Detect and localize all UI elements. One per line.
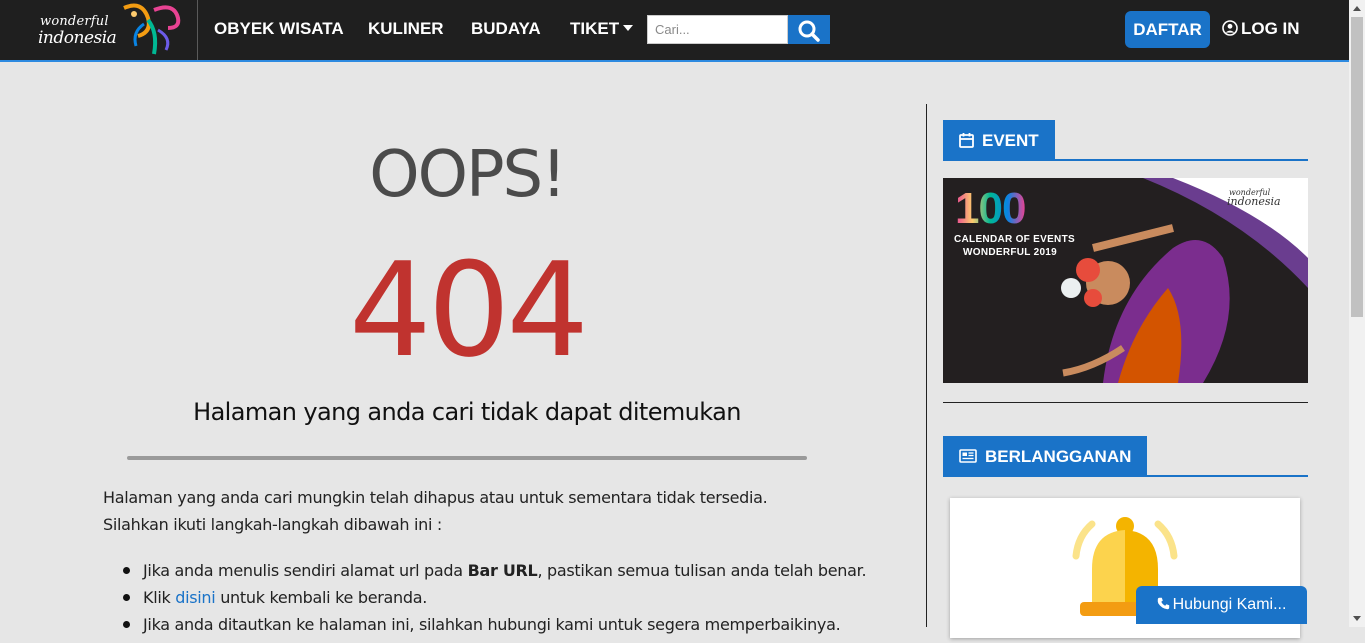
nav-item-budaya[interactable]: BUDAYA (471, 19, 541, 39)
register-button[interactable]: DAFTAR (1125, 11, 1210, 48)
scroll-down-arrow-icon[interactable] (1353, 616, 1361, 621)
event-logo-text-indonesia: indonesia (1227, 195, 1281, 208)
error-code: 404 (348, 234, 589, 386)
top-navbar: wonderful indonesia OBYEK WISATA KULINER… (0, 0, 1349, 62)
step-1-pre: Jika anda menulis sendiri alamat url pad… (143, 561, 468, 580)
nav-item-tiket-label: TIKET (570, 19, 620, 38)
error-heading: OOPS! (369, 138, 567, 212)
contact-us-button[interactable]: Hubungi Kami... (1136, 586, 1307, 624)
user-circle-icon (1222, 20, 1238, 36)
calendar-icon (959, 133, 974, 148)
search-button[interactable] (788, 15, 830, 44)
caret-down-icon (623, 25, 634, 31)
logo-swirl-icon (123, 3, 181, 55)
step-1-post: , pastikan semua tulisan anda telah bena… (537, 561, 867, 580)
search-input[interactable] (647, 15, 788, 44)
phone-icon (1157, 597, 1169, 610)
content-divider (127, 456, 807, 460)
newspaper-icon (959, 449, 977, 463)
nav-item-tiket[interactable]: TIKET (570, 19, 634, 39)
event-caption-line2: WONDERFUL 2019 (963, 247, 1058, 258)
login-button[interactable]: LOG IN (1222, 19, 1300, 39)
intro-text-1: Halaman yang anda cari mungkin telah dih… (103, 488, 768, 507)
step-2-pre: Klik (143, 588, 176, 607)
contact-us-label: Hubungi Kami... (1172, 596, 1287, 613)
list-item: Klik disini untuk kembali ke beranda. (122, 588, 866, 615)
scroll-thumb[interactable] (1351, 17, 1363, 317)
event-header-underline (943, 159, 1308, 161)
subscribe-section-header: BERLANGGANAN (943, 436, 1148, 477)
step-1-bold: Bar URL (467, 561, 538, 580)
wonderful-indonesia-logo[interactable]: wonderful indonesia (36, 3, 186, 58)
event-number-text: 100 (955, 184, 1026, 233)
subscribe-section-title: BERLANGGANAN (985, 447, 1132, 466)
page-scrollbar[interactable] (1349, 0, 1365, 627)
sidebar-separator (943, 402, 1308, 403)
event-banner-image[interactable]: 100 CALENDAR OF EVENTS WONDERFUL 2019 wo… (943, 178, 1308, 383)
event-caption-line1: CALENDAR OF EVENTS (954, 234, 1075, 245)
step-3-text: Jika anda ditautkan ke halaman ini, sila… (143, 615, 841, 634)
error-message: Halaman yang anda cari tidak dapat ditem… (193, 398, 741, 426)
nav-item-obyek-wisata[interactable]: OBYEK WISATA (214, 19, 344, 39)
list-item: Jika anda ditautkan ke halaman ini, sila… (122, 615, 866, 642)
column-divider (926, 104, 927, 627)
event-banner-number: 100 (955, 184, 1026, 234)
intro-text-2: Silahkan ikuti langkah-langkah dibawah i… (103, 515, 442, 534)
logo-text-wonderful: wonderful (40, 14, 109, 29)
event-section-title: EVENT (982, 131, 1039, 150)
event-section-header: EVENT (943, 120, 1055, 161)
nav-item-kuliner[interactable]: KULINER (368, 19, 444, 39)
steps-list: Jika anda menulis sendiri alamat url pad… (122, 561, 867, 642)
logo-text-indonesia: indonesia (38, 28, 117, 48)
home-link[interactable]: disini (175, 588, 215, 607)
login-label: LOG IN (1241, 19, 1300, 38)
step-2-post: untuk kembali ke beranda. (215, 588, 428, 607)
scroll-up-arrow-icon[interactable] (1353, 6, 1361, 11)
subscribe-header-underline (943, 475, 1308, 477)
logo-divider (197, 0, 198, 60)
search-icon (798, 20, 820, 42)
list-item: Jika anda menulis sendiri alamat url pad… (122, 561, 867, 588)
